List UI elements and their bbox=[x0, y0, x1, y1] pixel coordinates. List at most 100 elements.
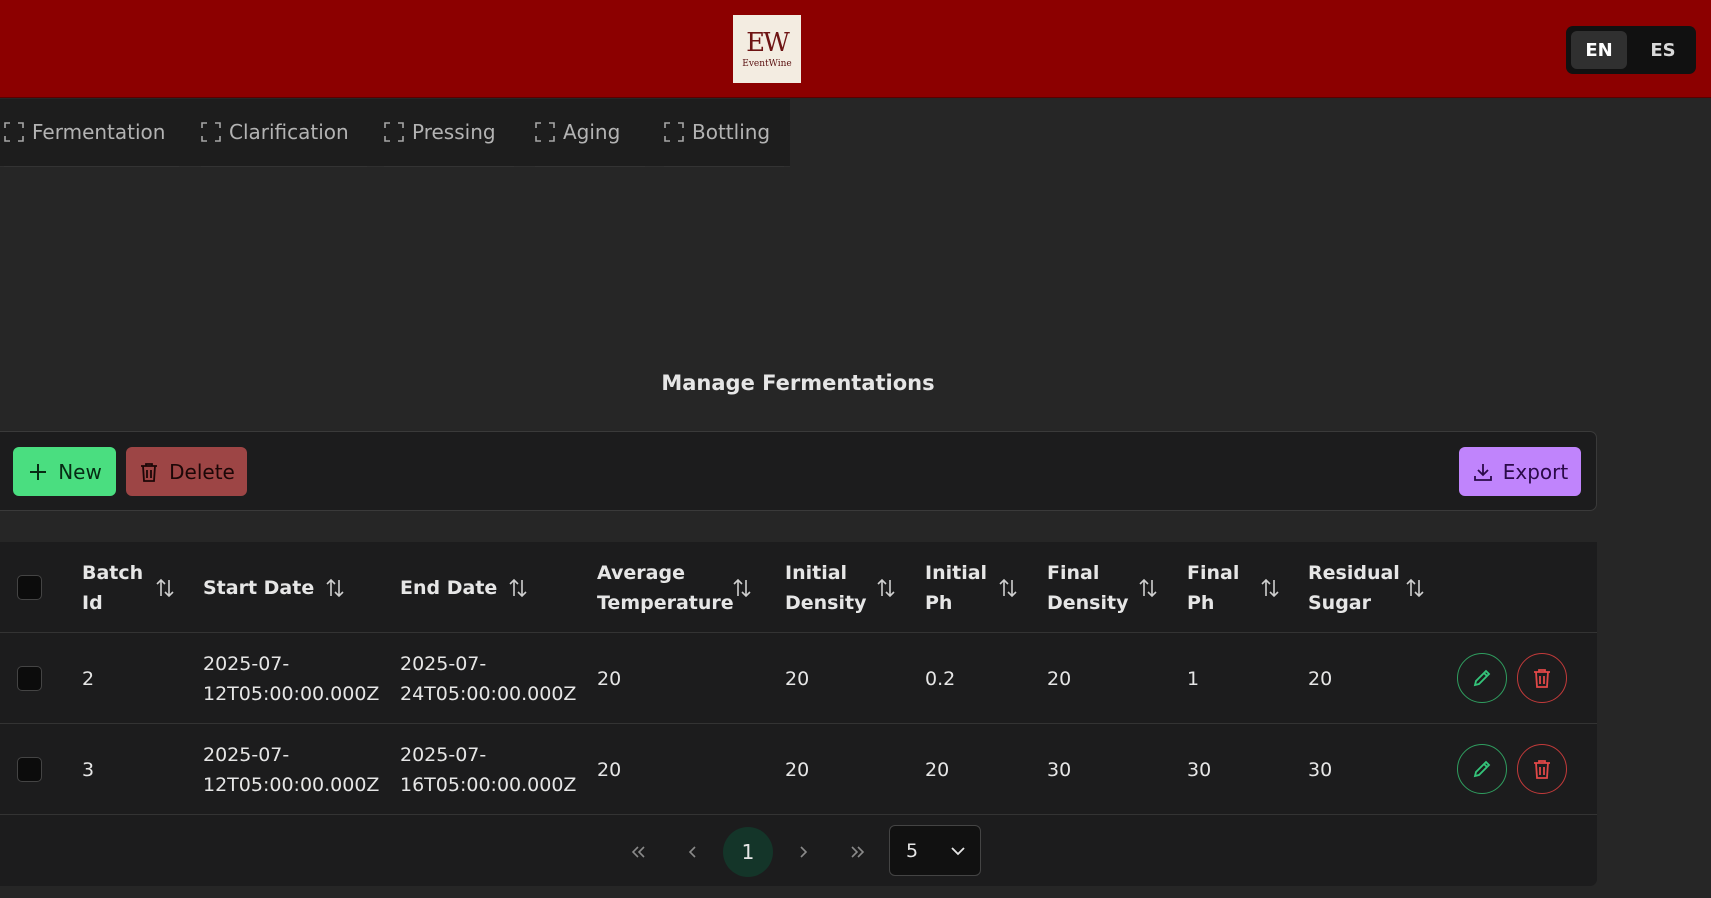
column-header-initial-density[interactable]: Initial Density bbox=[785, 542, 905, 633]
edit-row-button[interactable] bbox=[1457, 653, 1507, 703]
language-switcher: EN ES bbox=[1566, 26, 1696, 74]
column-header-residual-sugar[interactable]: Residual Sugar bbox=[1308, 542, 1438, 633]
focus-frame-icon bbox=[384, 122, 404, 142]
cell-initial-density: 20 bbox=[785, 667, 810, 690]
cell-initial-ph: 0.2 bbox=[925, 667, 956, 690]
delete-row-button[interactable] bbox=[1517, 744, 1567, 794]
row-checkbox[interactable] bbox=[17, 666, 42, 691]
cell-average-temperature: 20 bbox=[597, 758, 622, 781]
column-header-label: Final Ph bbox=[1187, 561, 1240, 614]
cell-end-date: 2025-07-24T05:00:00.000Z bbox=[400, 652, 577, 705]
sort-icon bbox=[999, 578, 1017, 597]
eventwine-logo[interactable]: EW EventWine bbox=[733, 15, 801, 83]
delete-button-label: Delete bbox=[169, 459, 235, 484]
double-chevron-right-icon bbox=[851, 846, 865, 858]
focus-frame-icon bbox=[201, 122, 221, 142]
pencil-icon bbox=[1473, 760, 1491, 778]
export-button[interactable]: Export bbox=[1459, 447, 1581, 496]
cell-initial-density: 20 bbox=[785, 758, 810, 781]
trash-icon bbox=[1534, 760, 1550, 779]
logo-mark: EW bbox=[746, 27, 790, 58]
column-header-final-ph[interactable]: Final Ph bbox=[1187, 542, 1297, 633]
page-title: Manage Fermentations bbox=[661, 371, 935, 395]
sort-icon bbox=[733, 578, 751, 597]
sort-icon bbox=[877, 578, 895, 597]
column-header-label: Average Temperature bbox=[597, 561, 734, 614]
first-page-button[interactable] bbox=[613, 827, 663, 877]
column-header-label: Initial Density bbox=[785, 561, 867, 614]
cell-final-density: 20 bbox=[1047, 667, 1072, 690]
chevron-down-icon bbox=[951, 846, 965, 855]
cell-final-ph: 30 bbox=[1187, 758, 1212, 781]
column-header-label: End Date bbox=[400, 576, 498, 599]
language-en-button[interactable]: EN bbox=[1571, 31, 1627, 69]
pencil-icon bbox=[1473, 669, 1491, 687]
cell-initial-ph: 20 bbox=[925, 758, 950, 781]
delete-row-button[interactable] bbox=[1517, 653, 1567, 703]
cell-final-ph: 1 bbox=[1187, 667, 1200, 690]
trash-icon bbox=[1534, 669, 1550, 688]
new-button[interactable]: New bbox=[13, 447, 116, 496]
tab-bottling[interactable]: Bottling bbox=[664, 99, 784, 167]
double-chevron-left-icon bbox=[631, 846, 645, 858]
column-header-average-temperature[interactable]: Average Temperature bbox=[597, 542, 777, 633]
column-header-label: Batch Id bbox=[82, 561, 144, 614]
pagination: 1 bbox=[0, 815, 1597, 886]
column-header-label: Residual Sugar bbox=[1308, 561, 1400, 614]
tab-label: Aging bbox=[563, 120, 621, 144]
select-all-checkbox[interactable] bbox=[17, 575, 42, 600]
tab-label: Bottling bbox=[692, 120, 771, 144]
tab-fermentation[interactable]: Fermentation bbox=[4, 99, 179, 167]
toolbar: New Delete Export bbox=[0, 431, 1597, 511]
delete-button[interactable]: Delete bbox=[126, 447, 247, 496]
edit-row-button[interactable] bbox=[1457, 744, 1507, 794]
previous-page-button[interactable] bbox=[668, 827, 718, 877]
table-header: Batch Id Start Date End Date Average Tem… bbox=[0, 542, 1597, 633]
next-page-button[interactable] bbox=[778, 827, 828, 877]
sort-icon bbox=[509, 578, 527, 597]
column-header-label: Start Date bbox=[203, 576, 315, 599]
focus-frame-icon bbox=[4, 122, 24, 142]
sort-icon bbox=[1139, 578, 1157, 597]
tab-label: Fermentation bbox=[32, 120, 166, 144]
sort-icon bbox=[1261, 578, 1279, 597]
tab-aging[interactable]: Aging bbox=[535, 99, 645, 167]
language-es-button[interactable]: ES bbox=[1635, 31, 1691, 69]
column-header-label: Initial Ph bbox=[925, 561, 988, 614]
cell-residual-sugar: 20 bbox=[1308, 667, 1333, 690]
cell-batch-id: 2 bbox=[82, 667, 95, 690]
table-row: 3 2025-07-12T05:00:00.000Z 2025-07-16T05… bbox=[0, 724, 1597, 815]
cell-residual-sugar: 30 bbox=[1308, 758, 1333, 781]
focus-frame-icon bbox=[664, 122, 684, 142]
sort-icon bbox=[326, 578, 344, 597]
rows-per-page-select[interactable]: 5 bbox=[889, 825, 981, 876]
new-button-label: New bbox=[58, 459, 102, 484]
chevron-right-icon bbox=[800, 846, 808, 858]
cell-average-temperature: 20 bbox=[597, 667, 622, 690]
download-icon bbox=[1473, 463, 1492, 481]
trash-icon bbox=[141, 462, 158, 482]
column-header-batch-id[interactable]: Batch Id bbox=[82, 542, 182, 633]
focus-frame-icon bbox=[535, 122, 555, 142]
cell-batch-id: 3 bbox=[82, 758, 95, 781]
table-row: 2 2025-07-12T05:00:00.000Z 2025-07-24T05… bbox=[0, 633, 1597, 724]
cell-final-density: 30 bbox=[1047, 758, 1072, 781]
column-header-final-density[interactable]: Final Density bbox=[1047, 542, 1167, 633]
row-checkbox[interactable] bbox=[17, 757, 42, 782]
tab-label: Pressing bbox=[412, 120, 496, 144]
cell-end-date: 2025-07-16T05:00:00.000Z bbox=[400, 743, 577, 796]
tab-pressing[interactable]: Pressing bbox=[384, 99, 514, 167]
fermentations-table: Batch Id Start Date End Date Average Tem… bbox=[0, 542, 1597, 886]
last-page-button[interactable] bbox=[833, 827, 883, 877]
column-header-end-date[interactable]: End Date bbox=[400, 542, 580, 633]
logo-text: EventWine bbox=[742, 58, 792, 69]
plus-icon bbox=[30, 463, 47, 480]
sort-icon bbox=[156, 578, 174, 597]
column-header-initial-ph[interactable]: Initial Ph bbox=[925, 542, 1035, 633]
app-header: EW EventWine EN ES bbox=[0, 0, 1711, 98]
column-header-start-date[interactable]: Start Date bbox=[203, 542, 383, 633]
cell-start-date: 2025-07-12T05:00:00.000Z bbox=[203, 652, 380, 705]
page-number-button[interactable]: 1 bbox=[723, 827, 773, 877]
tab-clarification[interactable]: Clarification bbox=[201, 99, 367, 167]
process-tabs: Fermentation Clarification Pressing Agin… bbox=[0, 99, 790, 167]
